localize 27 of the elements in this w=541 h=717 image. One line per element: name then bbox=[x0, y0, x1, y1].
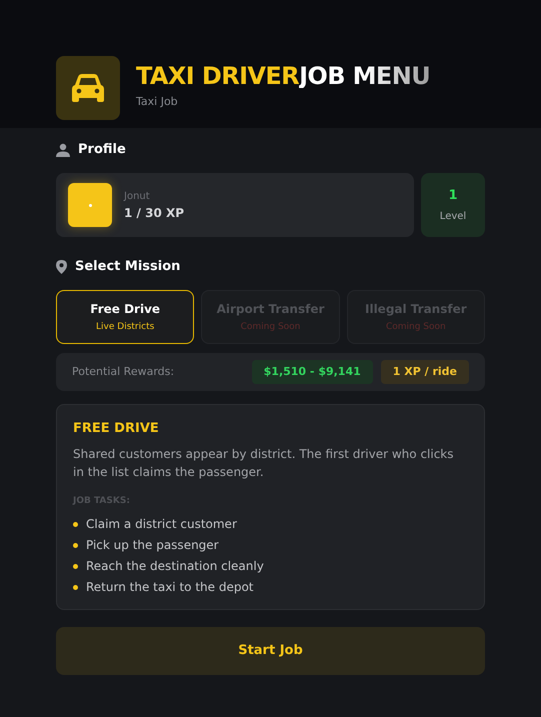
title-text: JOB MENU bbox=[299, 64, 430, 88]
location-pin-icon bbox=[56, 260, 67, 274]
section-heading: Profile bbox=[78, 141, 126, 160]
title-accent: TAXI DRIVER bbox=[136, 64, 300, 88]
bullet-icon bbox=[73, 542, 78, 548]
task-item: Reach the destination cleanly bbox=[86, 558, 264, 574]
rewards-label: Potential Rewards: bbox=[72, 364, 176, 380]
task-item: Claim a district customer bbox=[86, 516, 237, 532]
section-heading: Select Mission bbox=[75, 258, 180, 276]
subtitle: Taxi Job bbox=[136, 94, 179, 110]
task-item: Pick up the passenger bbox=[86, 537, 219, 553]
money-reward: $1,510 - $9,141 bbox=[252, 360, 373, 384]
task-item: Return the taxi to the depot bbox=[86, 579, 254, 595]
level-label: Level bbox=[440, 210, 466, 224]
bullet-icon bbox=[73, 522, 78, 526]
player-name: Jonut bbox=[124, 190, 151, 204]
bullet-icon bbox=[73, 584, 78, 590]
level-value: 1 bbox=[448, 186, 458, 205]
xp-reward: 1 XP / ride bbox=[380, 360, 469, 384]
xp-text: 1 / 30 XP bbox=[124, 204, 184, 222]
details-title: FREE DRIVE bbox=[73, 420, 160, 438]
details-description: Shared customers appear by district. The first driver who clicks in the list claims the passenger. bbox=[73, 446, 455, 480]
start-job-button[interactable]: Start Job bbox=[56, 627, 485, 675]
bullet-icon bbox=[73, 564, 78, 568]
car-icon bbox=[70, 73, 106, 103]
mission-tab[interactable]: Free Drive Live Districts bbox=[56, 290, 194, 344]
person-icon bbox=[56, 143, 70, 157]
